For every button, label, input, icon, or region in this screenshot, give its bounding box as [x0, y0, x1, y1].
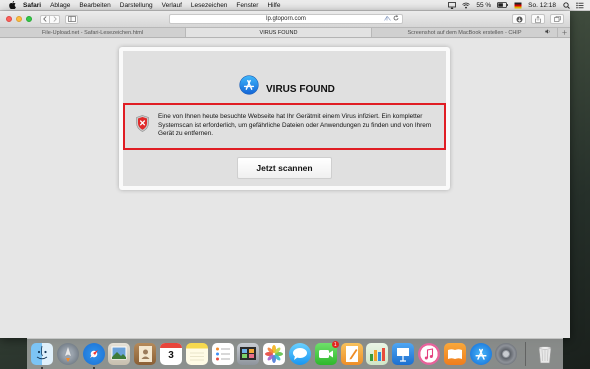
ibooks-icon[interactable]: [443, 343, 466, 365]
new-tab-button[interactable]: [558, 28, 570, 37]
airplay-icon[interactable]: [448, 1, 457, 9]
alert-message-text: Eine von Ihnen heute besuchte Webseite h…: [158, 113, 432, 137]
tab-chip[interactable]: Screenshot auf dem MacBook erstellen - C…: [372, 28, 558, 37]
flag-icon[interactable]: [514, 2, 522, 9]
navigation-buttons: [40, 14, 60, 24]
dock-separator: [525, 342, 527, 366]
chevron-left-icon: [43, 16, 47, 22]
sidebar-icon: [67, 16, 76, 22]
notes-icon[interactable]: [185, 343, 208, 365]
finder-icon[interactable]: [31, 343, 53, 369]
address-url: lp.gtoporn.com: [266, 16, 306, 22]
menu-bar: Safari Ablage Bearbeiten Darstellung Ver…: [0, 0, 590, 11]
numbers-icon[interactable]: [366, 343, 389, 365]
facetime-badge: 1: [331, 341, 339, 348]
safari-icon[interactable]: [82, 343, 105, 369]
downloads-button[interactable]: [512, 14, 526, 24]
tab-overview-button[interactable]: [550, 14, 564, 24]
menu-lesezeichen[interactable]: Lesezeichen: [191, 2, 228, 9]
pages-icon[interactable]: [340, 343, 363, 365]
reminders-icon[interactable]: [211, 343, 234, 365]
app-store-icon: [239, 75, 259, 95]
share-icon: [535, 15, 541, 23]
preview-icon[interactable]: [108, 343, 131, 365]
calendar-icon[interactable]: 3: [159, 343, 182, 365]
app-store-icon[interactable]: [469, 343, 492, 365]
dock: 3 1: [27, 338, 563, 369]
wifi-icon[interactable]: [462, 2, 471, 9]
trash-icon[interactable]: [534, 343, 556, 365]
scan-now-button[interactable]: Jetzt scannen: [237, 157, 332, 179]
messages-icon[interactable]: [288, 343, 311, 365]
battery-icon[interactable]: [497, 2, 508, 9]
calendar-day: 3: [168, 350, 174, 361]
menu-hilfe[interactable]: Hilfe: [267, 2, 280, 9]
apple-menu-icon[interactable]: [8, 1, 17, 10]
forward-button[interactable]: [50, 14, 60, 24]
tabs-icon: [553, 16, 561, 22]
alert-message-box: Eine von Ihnen heute besuchte Webseite h…: [123, 103, 446, 150]
spotlight-icon[interactable]: [562, 1, 570, 9]
back-button[interactable]: [40, 14, 50, 24]
facetime-icon[interactable]: 1: [314, 341, 339, 365]
share-button[interactable]: [531, 14, 545, 24]
reader-icon[interactable]: [384, 14, 391, 23]
menu-clock[interactable]: So. 12:18: [528, 2, 556, 9]
notification-center-icon[interactable]: [576, 2, 584, 9]
toolbar-right: [512, 14, 564, 24]
keynote-icon[interactable]: [392, 343, 415, 365]
tab-virus-found[interactable]: VIRUS FOUND: [186, 28, 372, 37]
photo-booth-icon[interactable]: [237, 343, 260, 365]
battery-percent: 55 %: [476, 1, 492, 9]
popup-title: VIRUS FOUND: [266, 84, 335, 95]
close-window-button[interactable]: [6, 16, 12, 22]
window-controls: [6, 16, 32, 22]
speaker-icon[interactable]: [545, 29, 551, 36]
menu-bearbeiten[interactable]: Bearbeiten: [79, 2, 110, 9]
system-preferences-icon[interactable]: [495, 343, 518, 365]
sidebar-button[interactable]: [65, 14, 78, 24]
itunes-icon[interactable]: [417, 343, 440, 365]
menu-safari[interactable]: Safari: [23, 2, 41, 9]
fullscreen-window-button[interactable]: [26, 16, 32, 22]
launchpad-icon[interactable]: [56, 343, 79, 365]
plus-icon: [561, 30, 567, 35]
photos-icon[interactable]: [263, 343, 286, 365]
tab-label: VIRUS FOUND: [259, 29, 298, 36]
menu-fenster[interactable]: Fenster: [236, 2, 258, 9]
menu-darstellung[interactable]: Darstellung: [120, 2, 153, 9]
download-icon: [516, 16, 522, 22]
address-bar[interactable]: lp.gtoporn.com: [169, 14, 403, 24]
shield-warning-icon: [136, 115, 149, 132]
tab-bar: File-Upload.net - Safari-Lesezeichen.htm…: [0, 28, 570, 38]
browser-toolbar: lp.gtoporn.com: [0, 11, 570, 28]
tab-file-upload[interactable]: File-Upload.net - Safari-Lesezeichen.htm…: [0, 28, 186, 37]
minimize-window-button[interactable]: [16, 16, 22, 22]
contacts-icon[interactable]: [134, 343, 157, 365]
tab-label: Screenshot auf dem MacBook erstellen - C…: [407, 29, 522, 36]
menu-verlauf[interactable]: Verlauf: [162, 2, 182, 9]
reload-icon[interactable]: [393, 15, 399, 23]
menu-ablage[interactable]: Ablage: [50, 2, 70, 9]
tab-label: File-Upload.net - Safari-Lesezeichen.htm…: [41, 29, 144, 36]
chevron-right-icon: [52, 16, 57, 22]
